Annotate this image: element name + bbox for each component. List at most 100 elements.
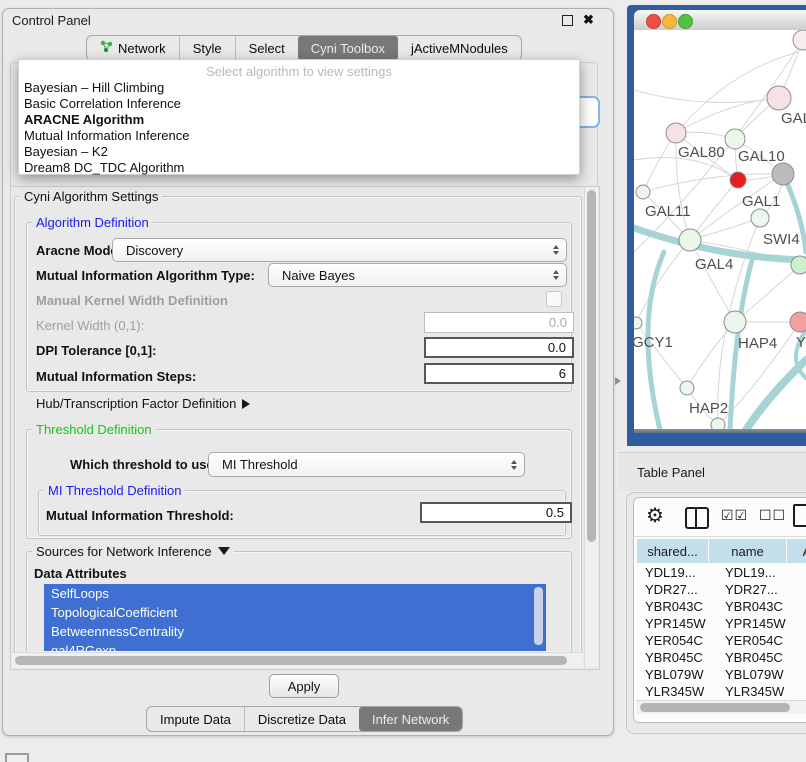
control-panel-tabs: Network Style SelectCyni ToolboxjActiveMNo… <box>86 35 522 61</box>
table-cell: YLR345W <box>717 683 802 700</box>
zoom-traffic-icon[interactable] <box>678 14 693 29</box>
float-icon[interactable] <box>562 15 573 26</box>
mi-type-select[interactable]: Naive Bayes <box>268 263 567 287</box>
close-icon[interactable]: ✖ <box>583 12 594 28</box>
stepper-icon <box>511 460 517 470</box>
mi-threshold-value: 0.5 <box>546 505 564 520</box>
network-node[interactable] <box>711 418 725 429</box>
network-node-gal80[interactable] <box>666 123 686 143</box>
network-node-label: GAL4 <box>695 256 733 273</box>
network-node-gal4[interactable] <box>679 229 701 251</box>
table-row[interactable]: YBL079WYBL079W <box>637 666 806 683</box>
settings-vscrollbar[interactable] <box>584 187 598 667</box>
minimize-traffic-icon[interactable] <box>662 14 677 29</box>
network-node-hap4[interactable] <box>724 311 746 333</box>
manual-kernel-label: Manual Kernel Width Definition <box>36 293 228 308</box>
network-edge <box>643 174 783 192</box>
table-cell: YBL079W <box>717 666 802 683</box>
tab-cyni-toolbox[interactable]: Cyni Toolbox <box>298 36 398 60</box>
tab-select[interactable]: Select <box>235 36 298 60</box>
expand-right-icon <box>242 399 250 409</box>
tab-style[interactable]: Style <box>179 36 235 60</box>
network-node-gal10[interactable] <box>725 129 745 149</box>
desktop: Control Panel ✖ NetworkStyleSelectCyni T… <box>0 0 806 762</box>
network-node-label: Y <box>796 334 806 351</box>
table-row[interactable]: YDL19...YDL19...13 <box>637 564 806 581</box>
table-cell: YDL19... <box>637 564 716 581</box>
table-row[interactable]: YPR145WYPR145W9. <box>637 615 806 632</box>
network-node-gal11[interactable] <box>636 185 650 199</box>
tab-jactivemnodules[interactable]: jActiveMNodules <box>398 36 521 60</box>
table-cell: YBR045C <box>717 649 802 666</box>
mi-steps-field[interactable]: 6 <box>424 363 574 384</box>
network-node[interactable] <box>772 163 794 185</box>
tab-discretize-data[interactable]: Discretize Data <box>244 707 359 731</box>
algorithm-option[interactable]: Dream8 DC_TDC Algorithm <box>19 160 579 176</box>
hub-section-toggle[interactable]: Hub/Transcription Factor Definition <box>36 396 250 411</box>
network-node[interactable] <box>793 30 806 50</box>
algorithm-option[interactable]: ARACNE Algorithm <box>19 112 579 128</box>
table-row[interactable]: YBR045CYBR045C9. <box>637 649 806 666</box>
attribute-item[interactable]: SelfLoops <box>44 584 546 603</box>
network-node[interactable] <box>730 172 746 188</box>
tab-impute-data[interactable]: Impute Data <box>147 707 244 731</box>
settings-hscrollbar[interactable] <box>11 652 583 668</box>
list-scrollbar-thumb[interactable] <box>534 587 543 645</box>
network-node-label: GAL10 <box>738 148 785 165</box>
network-node-gal1[interactable] <box>751 209 769 227</box>
column-header[interactable]: shared... <box>637 539 708 563</box>
unchecked-columns-icon[interactable]: ☐☐ <box>759 507 786 524</box>
algorithm-option-list: Bayesian – Hill ClimbingBasic Correlatio… <box>19 80 579 176</box>
algorithm-option[interactable]: Bayesian – Hill Climbing <box>19 80 579 96</box>
tab-network[interactable]: Network <box>87 36 179 60</box>
attribute-item[interactable]: BetweennessCentrality <box>44 622 546 641</box>
algorithm-option[interactable]: Mutual Information Inference <box>19 128 579 144</box>
table-row[interactable]: YER054CYER054C8. <box>637 632 806 649</box>
split-pane-icon[interactable] <box>685 507 709 529</box>
dpi-tolerance-field[interactable]: 0.0 <box>424 337 574 358</box>
network-node-gal[interactable] <box>767 86 791 110</box>
tab-label: Style <box>193 41 222 56</box>
kernel-width-label: Kernel Width (0,1): <box>36 318 144 333</box>
algorithm-option[interactable]: Bayesian – K2 <box>19 144 579 160</box>
network-node[interactable] <box>791 256 806 274</box>
mi-threshold-field[interactable]: 0.5 <box>420 502 572 523</box>
algorithm-option[interactable]: Basic Correlation Inference <box>19 96 579 112</box>
gear-icon[interactable]: ⚙ <box>646 503 664 528</box>
attribute-item[interactable]: TopologicalCoefficient <box>44 603 546 622</box>
network-node-y[interactable] <box>790 312 806 332</box>
table-row[interactable]: YDR27...YDR27...12 <box>637 581 806 598</box>
table-hscrollbar-thumb[interactable] <box>640 703 790 712</box>
network-node-label: HAP4 <box>738 335 777 352</box>
mi-threshold-group-title: MI Threshold Definition <box>44 483 185 498</box>
column-header[interactable]: A <box>787 539 806 563</box>
network-node-label: SWI4 <box>763 231 800 248</box>
apply-button[interactable]: Apply <box>269 674 339 698</box>
table-row[interactable]: YLR345WYLR345W9. <box>637 683 806 700</box>
attribute-item[interactable]: gal4RGexp <box>44 641 546 651</box>
network-node-hap2[interactable] <box>680 381 694 395</box>
sources-title[interactable]: Sources for Network Inference <box>32 544 234 559</box>
splitter-handle-icon[interactable] <box>615 377 621 385</box>
network-canvas[interactable]: GALGAL80GAL10GAL11GAL1GAL4GCY1HAP4YHAP2S… <box>634 30 806 429</box>
file-icon[interactable] <box>793 504 806 527</box>
column-header[interactable]: name <box>709 539 786 563</box>
which-threshold-select[interactable]: MI Threshold <box>208 452 525 477</box>
vscrollbar-thumb[interactable] <box>587 190 596 542</box>
hub-section-label: Hub/Transcription Factor Definition <box>36 396 236 411</box>
checked-columns-icon[interactable]: ☑☑ <box>721 507 748 524</box>
tab-infer-network[interactable]: Infer Network <box>359 707 462 731</box>
hscrollbar-thumb[interactable] <box>15 656 567 665</box>
manual-kernel-checkbox[interactable] <box>546 291 562 307</box>
cyni-settings-title: Cyni Algorithm Settings <box>20 189 162 204</box>
table-hscrollbar[interactable] <box>636 700 806 714</box>
docked-panel-icon[interactable] <box>5 753 29 762</box>
table-cell: YPR145W <box>717 615 802 632</box>
aracne-mode-select[interactable]: Discovery <box>112 238 567 262</box>
algorithm-dropdown[interactable]: Select algorithm to view settings Bayesi… <box>18 59 580 175</box>
data-attributes-list[interactable]: SelfLoopsTopologicalCoefficientBetweenne… <box>44 584 546 651</box>
close-traffic-icon[interactable] <box>646 14 661 29</box>
network-node-gcy1[interactable] <box>634 317 642 329</box>
table-row[interactable]: YBR043CYBR043C <box>637 598 806 615</box>
network-edge <box>746 360 806 429</box>
